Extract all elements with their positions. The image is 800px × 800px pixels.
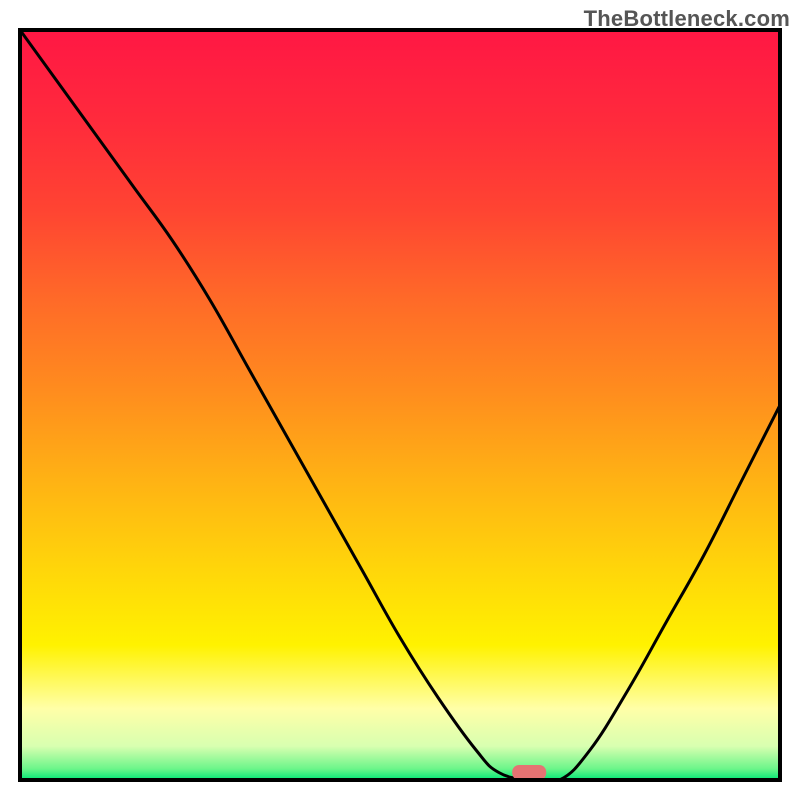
optimum-marker xyxy=(512,765,546,780)
gradient-background xyxy=(20,30,780,780)
plot-area xyxy=(20,30,780,783)
bottleneck-chart xyxy=(0,0,800,800)
chart-stage: TheBottleneck.com xyxy=(0,0,800,800)
